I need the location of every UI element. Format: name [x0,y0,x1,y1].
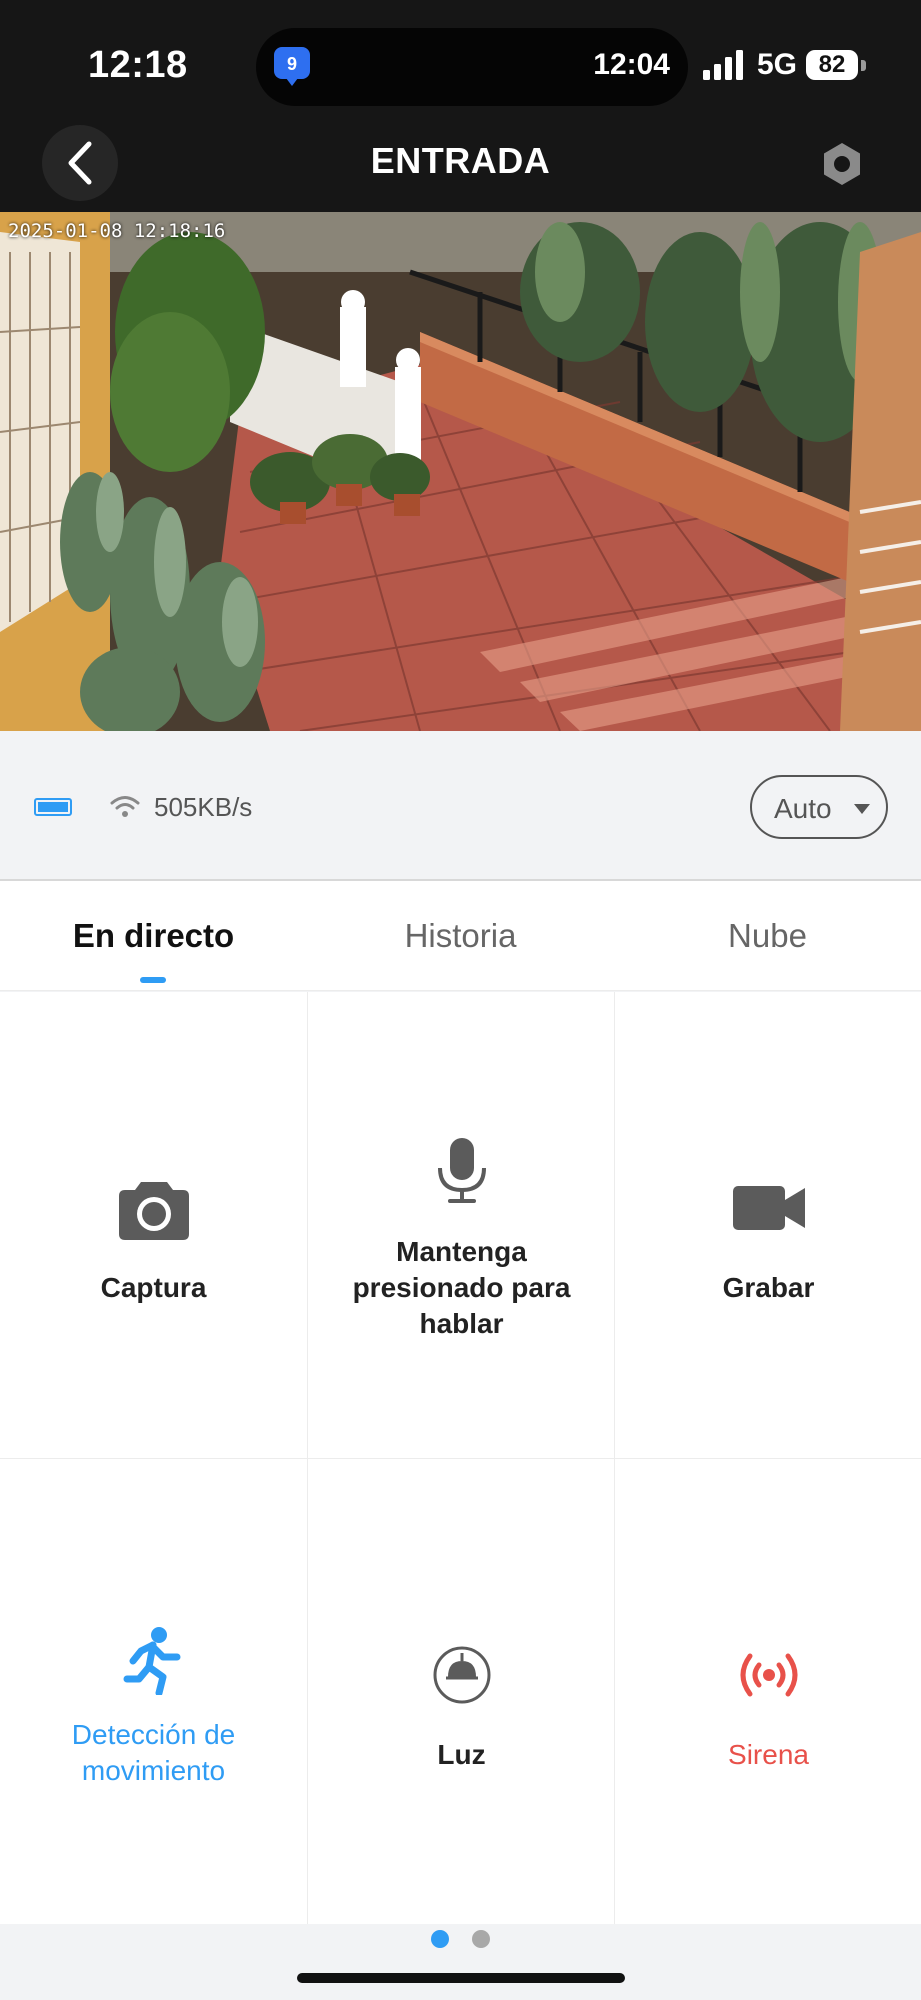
video-timestamp: 2025-01-08 12:18:16 [8,220,226,242]
live-video-feed[interactable]: 2025-01-08 12:18:16 [0,212,921,731]
top-bar: 12:18 9 12:04 5G 82 ENTRADA [0,0,921,212]
home-indicator[interactable] [297,1973,625,1983]
settings-hexagon-icon[interactable] [819,141,865,187]
light-button[interactable]: Luz [307,1458,614,1924]
bitrate-readout: 505KB/s [154,792,253,822]
video-camera-icon [732,1186,805,1230]
motion-detection-label: Detección de movimiento [71,1719,236,1786]
running-person-icon [123,1627,180,1695]
tab-live[interactable]: En directo [0,917,307,955]
caret-down-icon [854,804,870,814]
siren-icon [740,1653,797,1697]
quality-label: Auto [774,793,832,824]
stream-info-bar: 505KB/s Auto [0,731,921,881]
capture-label: Captura [100,1272,207,1303]
motion-detection-button[interactable]: Detección de movimiento [0,1458,307,1924]
device-battery-icon [34,798,72,816]
tab-history[interactable]: Historia [307,917,614,955]
light-label: Luz [437,1739,486,1770]
lamp-icon [433,1646,490,1704]
battery-tip [861,60,866,71]
tab-cloud[interactable]: Nube [614,917,921,955]
push-to-talk-label: Mantenga presionado para hablar [352,1236,571,1339]
push-to-talk-button[interactable]: Mantenga presionado para hablar [307,992,614,1458]
island-badge: 9 [287,54,297,74]
controls-grid: Captura Mantenga presionado para hablar … [0,992,921,1924]
siren-button[interactable]: Sirena [614,1458,921,1924]
signal-icon [703,50,743,80]
map-pin-icon: 9 [274,47,310,86]
capture-button[interactable]: Captura [0,992,307,1458]
camera-scene [0,212,921,731]
siren-label: Sirena [728,1739,809,1770]
tab-bar: En directo Historia Nube [0,881,921,991]
record-button[interactable]: Grabar [614,992,921,1458]
status-time: 12:18 [88,44,188,86]
pager-area [0,1924,921,2000]
camera-icon [118,1182,189,1240]
active-tab-indicator [140,977,166,983]
microphone-icon [437,1138,486,1203]
quality-dropdown[interactable]: Auto [750,775,888,839]
dynamic-island[interactable]: 9 12:04 [256,28,688,106]
page-title: ENTRADA [370,140,551,181]
battery-level: 82 [806,50,858,80]
page-dot-1[interactable] [431,1930,449,1948]
network-type: 5G [757,48,798,81]
wifi-icon [110,796,140,817]
page-dot-2[interactable] [472,1930,490,1948]
record-label: Grabar [722,1272,815,1303]
island-time: 12:04 [593,48,670,81]
